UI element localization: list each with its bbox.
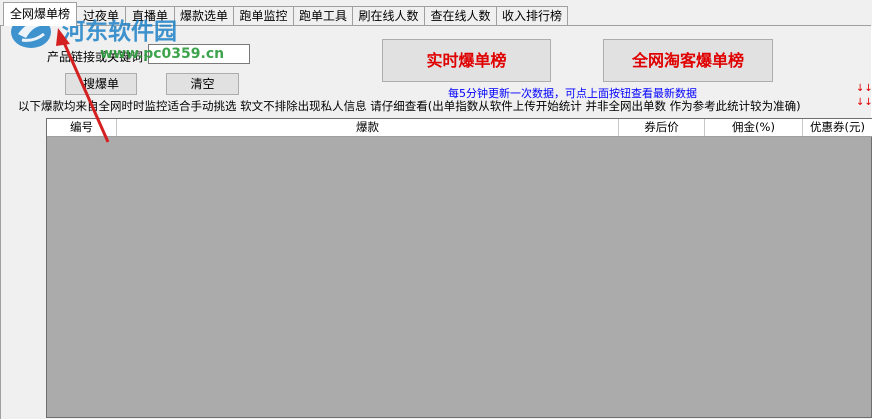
col-header-id[interactable]: 编号 (47, 119, 117, 136)
search-hot-button[interactable]: 搜爆单 (65, 73, 137, 95)
realtime-hot-list-button[interactable]: 实时爆单榜 (382, 39, 551, 82)
down-arrows-icon: ↓↓ (856, 83, 872, 94)
info-text: 以下爆款均来自全网时时监控适合手动挑选 软文不排除出现私人信息 请仔细查看(出单… (18, 99, 801, 113)
clear-button[interactable]: 清空 (166, 73, 239, 95)
down-arrows-icon: ↓↓ (856, 97, 872, 108)
taoke-hot-list-button[interactable]: 全网淘客爆单榜 (603, 39, 773, 82)
tab-shua-zaixian[interactable]: 刷在线人数 (352, 6, 425, 25)
table-header: 编号 爆款 券后价 佣金(%) 优惠券(元) (47, 119, 872, 137)
tab-cha-zaixian[interactable]: 查在线人数 (424, 6, 497, 25)
col-header-commission[interactable]: 佣金(%) (705, 119, 803, 136)
col-header-product[interactable]: 爆款 (117, 119, 619, 136)
tab-paodan-jiankong[interactable]: 跑单监控 (233, 6, 294, 25)
watermark-url: www.pc0359.cn (100, 46, 225, 62)
tab-baokuan-xuandan[interactable]: 爆款选单 (174, 6, 234, 25)
tab-shouru-paihang[interactable]: 收入排行榜 (496, 6, 568, 25)
results-table[interactable]: 编号 爆款 券后价 佣金(%) 优惠券(元) (46, 118, 872, 418)
col-header-coupon[interactable]: 优惠券(元) (803, 119, 872, 136)
col-header-price[interactable]: 券后价 (619, 119, 705, 136)
tab-paodan-gongju[interactable]: 跑单工具 (293, 6, 353, 25)
tab-quanwang-baodanbang[interactable]: 全网爆单榜 (3, 2, 77, 26)
watermark-text: 河东软件园 (62, 19, 177, 45)
